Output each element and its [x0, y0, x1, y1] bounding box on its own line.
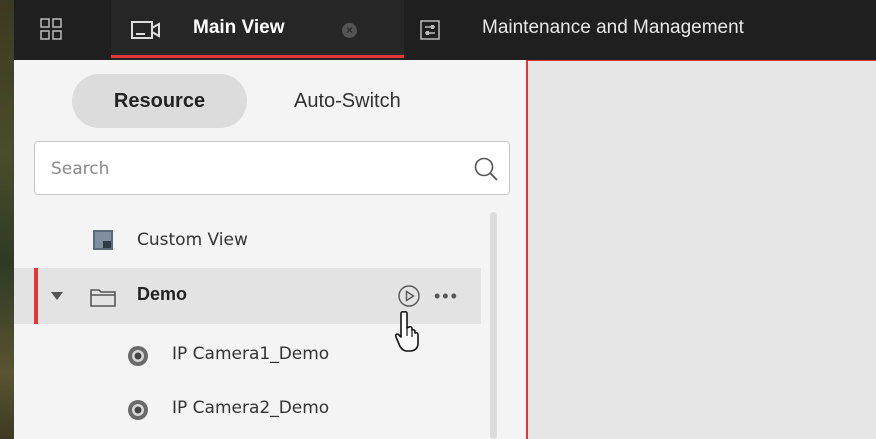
search-icon[interactable] [473, 156, 499, 182]
camera-icon [128, 400, 148, 420]
tree-item-custom-view[interactable]: Custom View [14, 214, 484, 270]
tree-item-camera[interactable]: IP Camera2_Demo [14, 382, 484, 438]
folder-icon [90, 289, 116, 307]
custom-view-icon [93, 230, 113, 250]
expand-caret-icon[interactable] [51, 292, 63, 300]
active-tab-indicator [111, 55, 404, 58]
grid-menu-icon[interactable] [40, 18, 62, 40]
tree-item-label: Custom View [137, 230, 248, 250]
camera-label: IP Camera2_Demo [172, 398, 330, 418]
tab-main-view[interactable]: Main View × [111, 0, 404, 60]
close-icon[interactable]: × [342, 23, 357, 38]
camera-icon [128, 346, 148, 366]
segment-resource[interactable]: Resource [72, 74, 247, 128]
live-view-window[interactable] [526, 60, 876, 439]
play-icon[interactable] [397, 284, 421, 308]
settings-sliders-icon [420, 20, 440, 40]
search-box [34, 141, 510, 195]
search-input[interactable] [51, 156, 451, 182]
camera-label: IP Camera1_Demo [172, 344, 330, 364]
tab-maintenance-label: Maintenance and Management [482, 17, 744, 38]
tree-scrollbar[interactable] [490, 212, 497, 439]
desktop-background [0, 0, 14, 439]
top-bar: Main View × Maintenance and Management [14, 0, 876, 60]
camera-view-icon [131, 21, 160, 39]
segment-auto-switch[interactable]: Auto-Switch [270, 74, 460, 128]
more-options-icon[interactable]: ••• [434, 286, 468, 306]
selection-marker [34, 268, 38, 324]
tree-item-camera[interactable]: IP Camera1_Demo [14, 328, 484, 384]
tree-group-label: Demo [137, 284, 188, 304]
tab-main-view-label: Main View [193, 17, 285, 38]
resource-panel: Resource Auto-Switch Custom View Demo ••… [14, 60, 526, 439]
